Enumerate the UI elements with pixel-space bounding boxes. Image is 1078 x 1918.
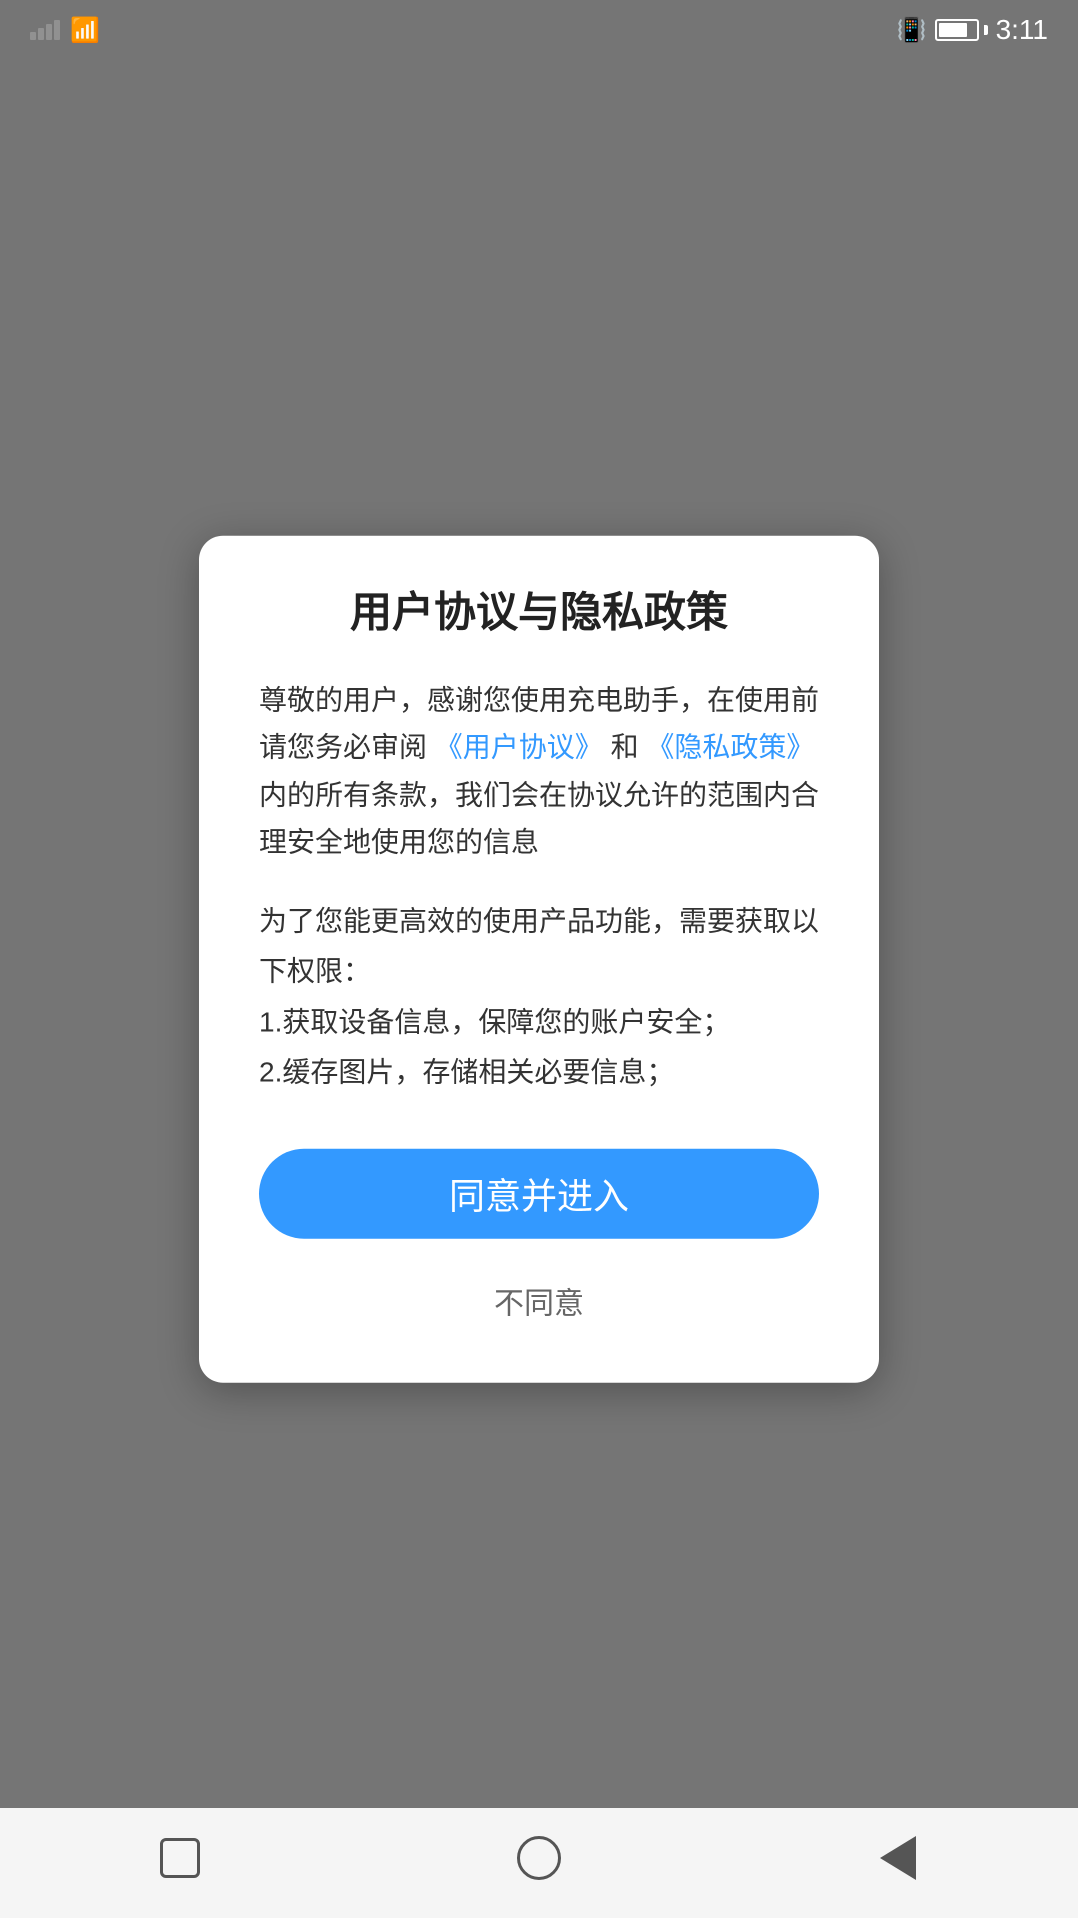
permission-1: 1.获取设备信息，保障您的账户安全； (259, 997, 819, 1047)
status-right-icons: 📳 3:11 (897, 14, 1048, 46)
permissions-intro: 为了您能更高效的使用产品功能，需要获取以下权限： (259, 897, 819, 998)
home-button[interactable] (499, 1828, 579, 1888)
body-part2: 和 (611, 732, 639, 763)
wifi-icon: 📶 (70, 16, 100, 45)
recent-apps-button[interactable] (140, 1828, 220, 1888)
privacy-policy-link[interactable]: 《隐私政策》 (646, 732, 814, 763)
agree-button[interactable]: 同意并进入 (259, 1148, 819, 1238)
disagree-button[interactable]: 不同意 (259, 1268, 819, 1332)
dialog-body-text: 尊敬的用户，感谢您使用充电助手，在使用前请您务必审阅 《用户协议》 和 《隐私政… (259, 676, 819, 866)
status-bar: 📶 📳 3:11 (0, 0, 1078, 60)
privacy-dialog: 用户协议与隐私政策 尊敬的用户，感谢您使用充电助手，在使用前请您务必审阅 《用户… (199, 536, 879, 1383)
permissions-section: 为了您能更高效的使用产品功能，需要获取以下权限： 1.获取设备信息，保障您的账户… (259, 897, 819, 1099)
clock-display: 3:11 (996, 14, 1048, 46)
battery-icon (935, 19, 988, 41)
nav-bar (0, 1808, 1078, 1918)
back-button[interactable] (858, 1828, 938, 1888)
bluetooth-icon: 📳 (897, 16, 927, 45)
dialog-title: 用户协议与隐私政策 (259, 586, 819, 641)
back-icon (880, 1836, 916, 1880)
recent-apps-icon (160, 1838, 200, 1878)
home-icon (517, 1836, 561, 1880)
permission-2: 2.缓存图片，存储相关必要信息； (259, 1048, 819, 1098)
signal-icon (30, 20, 60, 40)
body-part3: 内的所有条款，我们会在协议允许的范围内合理安全地使用您的信息 (259, 780, 819, 859)
status-left-icons: 📶 (30, 16, 100, 45)
user-agreement-link[interactable]: 《用户协议》 (435, 732, 603, 763)
